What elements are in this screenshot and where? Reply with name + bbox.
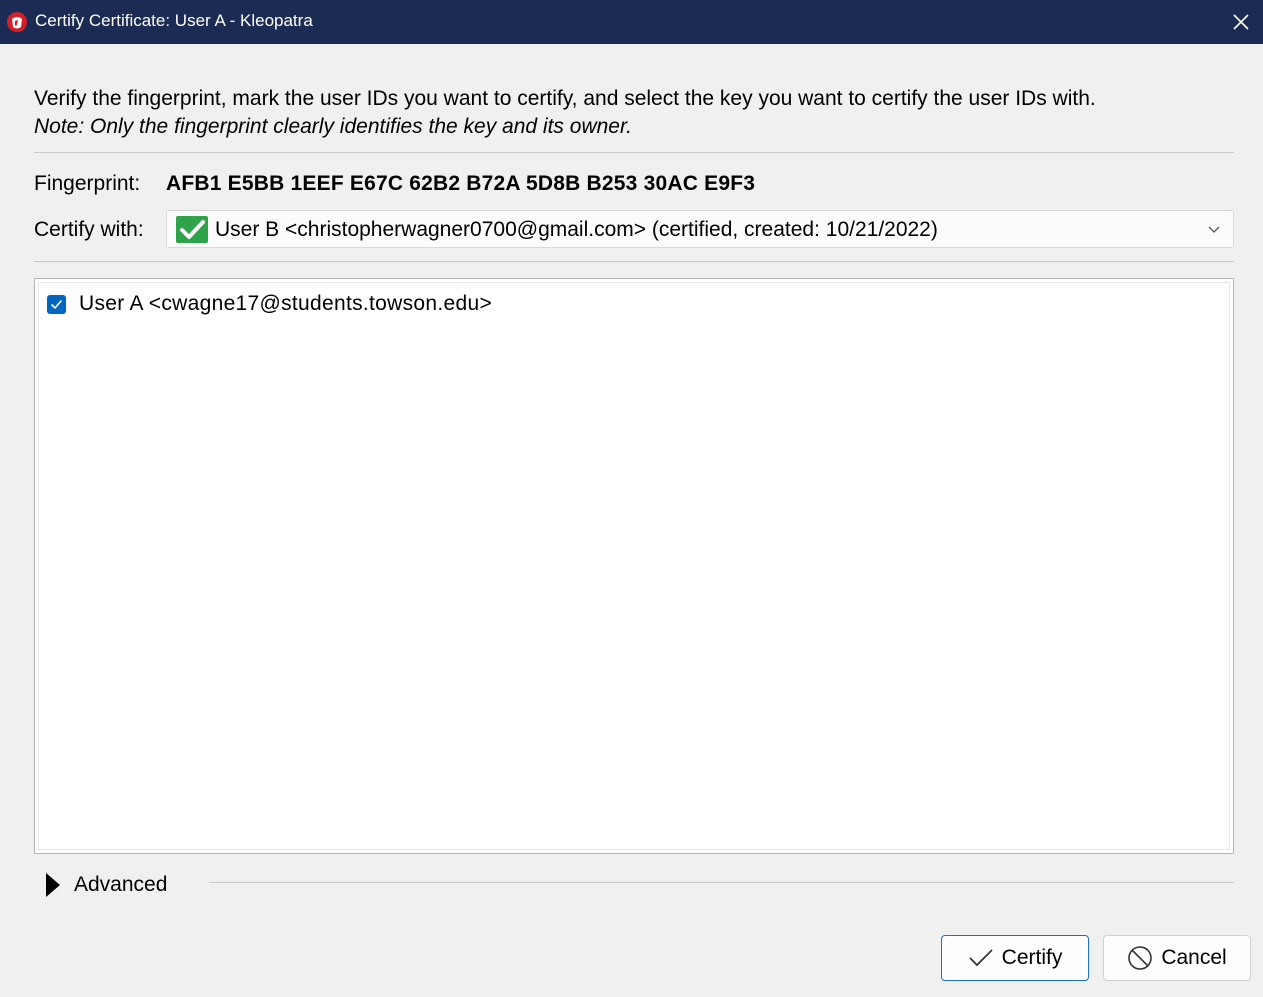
fingerprint-value: AFB1 E5BB 1EEF E67C 62B2 B72A 5D8B B253 … [166,172,756,195]
close-icon [1233,14,1249,30]
cancel-button[interactable]: Cancel [1103,935,1251,981]
valid-check-icon [176,216,208,243]
cancel-icon [1128,946,1153,970]
user-id-list-viewport: User A <cwagne17@students.towson.edu> [38,282,1230,850]
certify-button-label: Certify [1001,946,1063,969]
user-id-list[interactable]: User A <cwagne17@students.towson.edu> [34,278,1234,854]
certify-with-label: Certify with: [34,218,144,241]
user-id-label: User A <cwagne17@students.towson.edu> [79,292,493,315]
check-icon [969,949,993,967]
triangle-right-icon[interactable] [44,871,64,899]
note-text: Note: Only the fingerprint clearly ident… [34,115,633,138]
close-button[interactable] [1219,0,1263,44]
user-id-checkbox[interactable] [47,294,66,314]
advanced-toggle[interactable]: Advanced [74,873,167,897]
cancel-button-label: Cancel [1161,946,1227,969]
separator [34,152,1234,153]
window-title: Certify Certificate: User A - Kleopatra [35,11,313,30]
title-bar: Certify Certificate: User A - Kleopatra [0,0,1263,44]
fingerprint-label: Fingerprint: [34,172,141,195]
certify-with-combobox[interactable]: User B <christopherwagner0700@gmail.com>… [166,210,1234,248]
instruction-text: Verify the fingerprint, mark the user ID… [34,87,1096,110]
instructions: Verify the fingerprint, mark the user ID… [34,85,1096,141]
certify-with-value: User B <christopherwagner0700@gmail.com>… [215,218,938,241]
list-item[interactable]: User A <cwagne17@students.towson.edu> [47,292,492,316]
kleopatra-icon [7,12,27,32]
certify-button[interactable]: Certify [941,935,1089,981]
checkmark-icon [50,299,63,309]
advanced-separator [209,882,1234,883]
separator [34,261,1234,262]
chevron-down-icon [1208,226,1220,233]
